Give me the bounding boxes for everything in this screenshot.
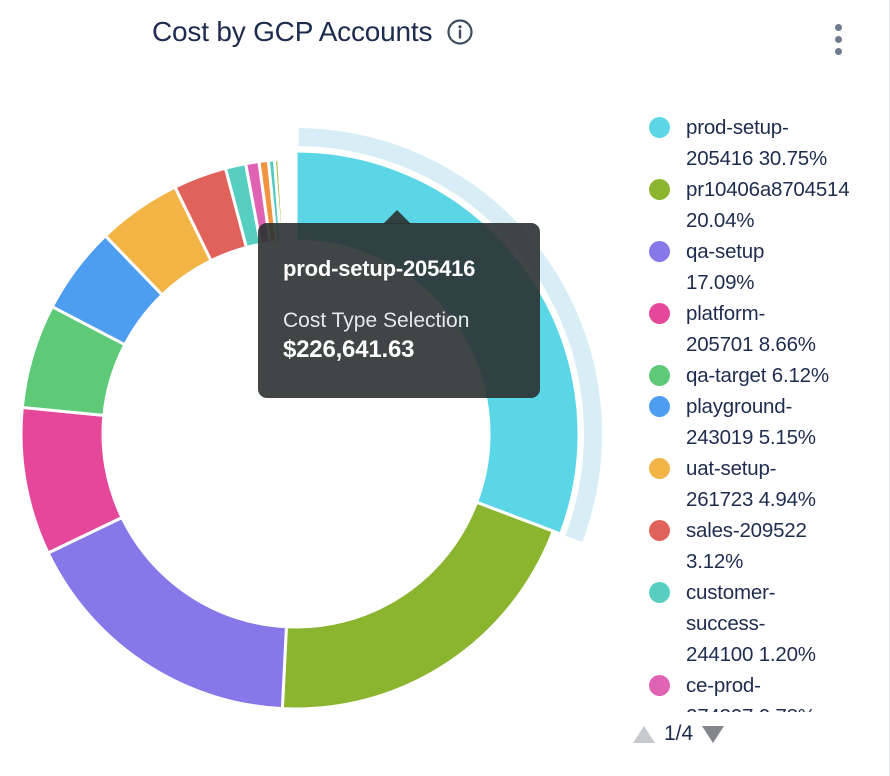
legend-dot [649, 117, 670, 138]
legend-dot [649, 582, 670, 603]
cost-by-gcp-accounts-widget: Cost by GCP Accounts prod-setup-205416 C… [0, 0, 890, 776]
tooltip-label: Cost Type Selection [283, 310, 515, 332]
legend-item-qa-setup[interactable]: qa-setup17.09% [649, 236, 889, 298]
legend-pagination: 1/4 [633, 722, 724, 746]
legend-item-uat-setup-261723[interactable]: uat-setup-261723 4.94% [649, 453, 889, 515]
legend-item-playground-243019[interactable]: playground-243019 5.15% [649, 391, 889, 453]
legend-label: prod-setup-205416 30.75% [686, 112, 827, 174]
legend-item-sales-209522[interactable]: sales-2095223.12% [649, 515, 889, 577]
tooltip-arrow [383, 210, 411, 224]
legend-label: qa-target 6.12% [686, 360, 829, 391]
page-down-icon[interactable] [702, 726, 724, 743]
legend-item-pr10406a8704514[interactable]: pr10406a870451420.04% [649, 174, 889, 236]
legend-label: platform-205701 8.66% [686, 298, 816, 360]
legend-dot [649, 520, 670, 541]
kebab-dot [835, 24, 842, 31]
chart-tooltip: prod-setup-205416 Cost Type Selection $2… [258, 223, 540, 398]
legend-item-customer-success-244100[interactable]: customer-success-244100 1.20% [649, 577, 889, 670]
legend-label: qa-setup17.09% [686, 236, 764, 298]
legend-label: sales-2095223.12% [686, 515, 807, 577]
legend-item-qa-target[interactable]: qa-target 6.12% [649, 360, 889, 391]
legend-dot [649, 396, 670, 417]
legend-label: customer-success-244100 1.20% [686, 577, 816, 670]
legend-dot [649, 303, 670, 324]
legend-item-platform-205701[interactable]: platform-205701 8.66% [649, 298, 889, 360]
legend-dot [649, 179, 670, 200]
kebab-menu-icon[interactable] [827, 21, 849, 57]
tooltip-title: prod-setup-205416 [283, 257, 515, 281]
legend-item-ce-prod-274307[interactable]: ce-prod-274307 0.78% [649, 670, 889, 712]
pie-slice-pr10406a8704514[interactable] [282, 502, 553, 709]
kebab-dot [835, 36, 842, 43]
chart-legend: prod-setup-205416 30.75%pr10406a87045142… [649, 112, 889, 712]
legend-dot [649, 365, 670, 386]
legend-dot [649, 458, 670, 479]
legend-label: playground-243019 5.15% [686, 391, 816, 453]
legend-dot [649, 241, 670, 262]
legend-item-prod-setup-205416[interactable]: prod-setup-205416 30.75% [649, 112, 889, 174]
legend-label: uat-setup-261723 4.94% [686, 453, 816, 515]
page-indicator: 1/4 [664, 722, 693, 746]
pie-slice-qa-setup[interactable] [48, 517, 286, 708]
tooltip-value: $226,641.63 [283, 337, 515, 363]
legend-label: ce-prod-274307 0.78% [686, 670, 816, 712]
page-up-icon[interactable] [633, 726, 655, 743]
kebab-dot [835, 48, 842, 55]
legend-dot [649, 675, 670, 696]
legend-label: pr10406a870451420.04% [686, 174, 849, 236]
